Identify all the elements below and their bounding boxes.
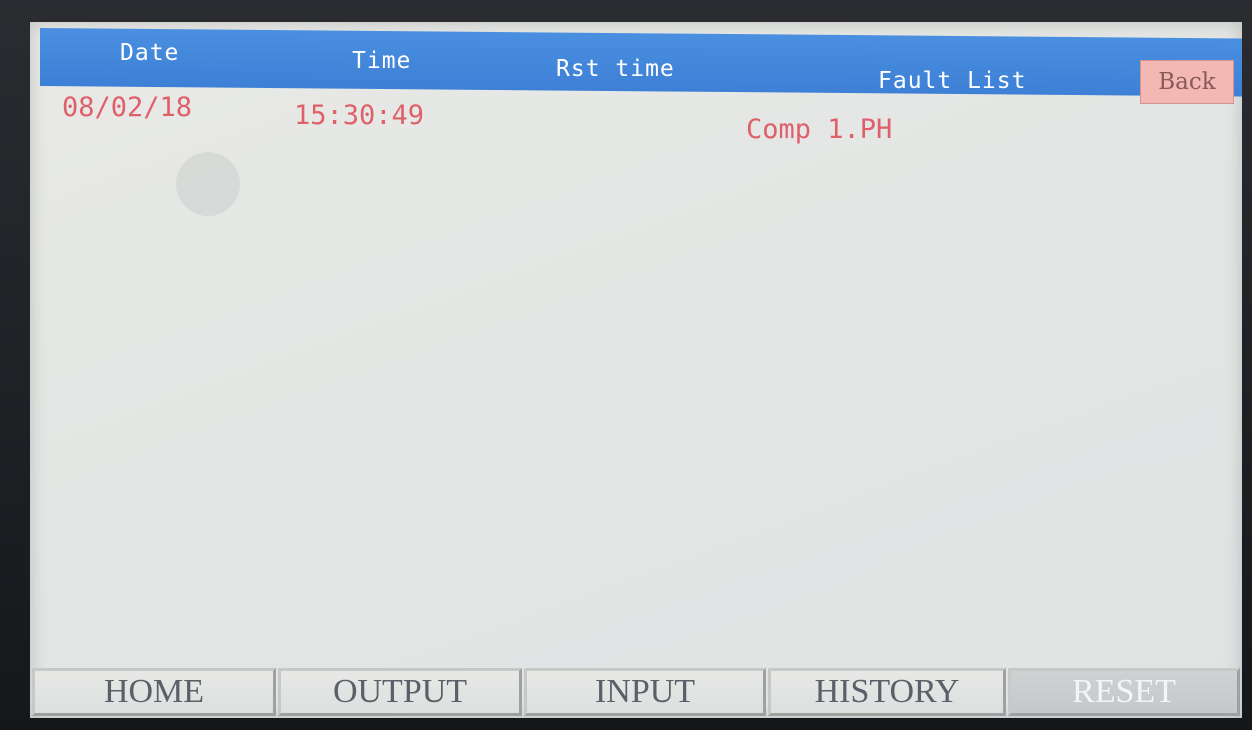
header-date: Date — [120, 40, 180, 66]
header-rst-time: Rst time — [556, 56, 675, 82]
bottom-nav: HOME OUTPUT INPUT HISTORY RESET — [30, 662, 1242, 718]
output-button[interactable]: OUTPUT — [278, 668, 522, 716]
header-fault-list: Fault List — [878, 68, 1027, 94]
back-button[interactable]: Back — [1140, 60, 1234, 104]
fault-date: 08/02/18 — [62, 92, 193, 123]
hmi-screen: Date Time Rst time Fault List Back 08/02… — [30, 22, 1242, 718]
screen-smudge — [176, 152, 240, 216]
input-button[interactable]: INPUT — [524, 668, 766, 716]
fault-time: 15:30:49 — [294, 100, 425, 131]
home-button[interactable]: HOME — [32, 668, 276, 716]
header-time: Time — [352, 48, 412, 74]
reset-button[interactable]: RESET — [1008, 668, 1240, 716]
fault-name: Comp 1.PH — [746, 114, 893, 145]
history-button[interactable]: HISTORY — [768, 668, 1006, 716]
